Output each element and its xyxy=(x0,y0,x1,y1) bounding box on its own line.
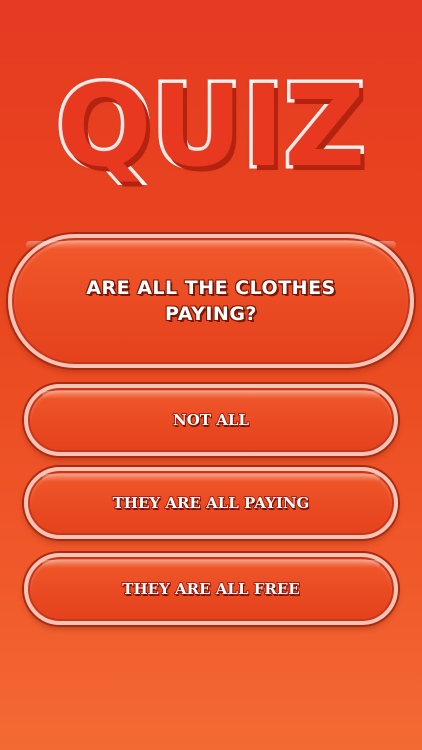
question-card: ARE ALL THE CLOTHES PAYING? xyxy=(8,234,414,368)
answer-label: THEY ARE ALL PAYING xyxy=(112,493,311,513)
quiz-title: QUIZ xyxy=(53,59,369,196)
question-text: ARE ALL THE CLOTHES PAYING? xyxy=(86,277,336,325)
answer-button-all-free[interactable]: THEY ARE ALL FREE xyxy=(24,553,398,625)
answer-button-all-paying[interactable]: THEY ARE ALL PAYING xyxy=(24,467,398,539)
quiz-screen: QUIZ ARE ALL THE CLOTHES PAYING? NOT ALL… xyxy=(0,0,422,750)
answer-label: NOT ALL xyxy=(172,410,250,430)
answer-label: THEY ARE ALL FREE xyxy=(121,579,300,599)
answer-button-not-all[interactable]: NOT ALL xyxy=(24,384,398,456)
